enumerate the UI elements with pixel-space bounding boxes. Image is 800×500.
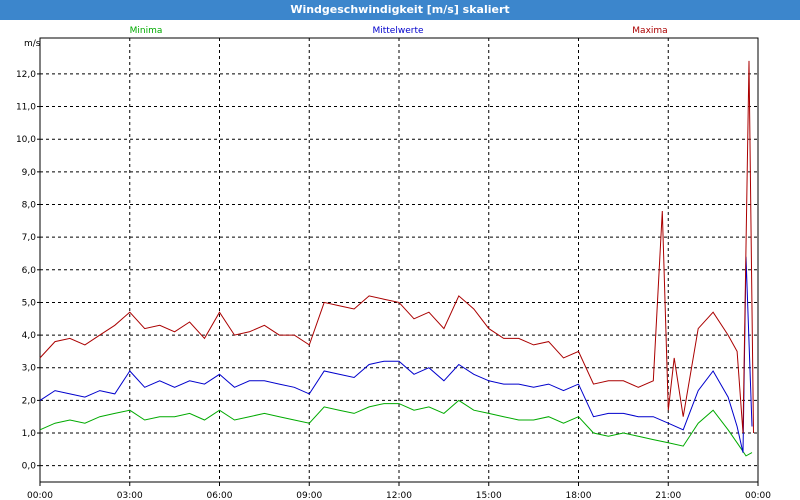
y-tick-label: 6,0 xyxy=(22,266,37,276)
y-tick-label: 10,0 xyxy=(16,135,36,145)
legend-minima: Minima xyxy=(130,26,163,36)
y-tick-label: 8,0 xyxy=(22,201,37,211)
x-tick-time: 00:00 xyxy=(27,491,53,500)
x-tick-time: 18:00 xyxy=(566,491,592,500)
x-axis: 00:0003.10.2003:0003.10.2006:0003.10.200… xyxy=(27,482,771,500)
y-tick-label: 3,0 xyxy=(22,364,37,374)
x-tick-time: 03:00 xyxy=(117,491,143,500)
x-tick-time: 12:00 xyxy=(386,491,412,500)
y-axis-label: m/s xyxy=(24,39,41,49)
y-axis: 0,0 1,0 2,0 3,0 4,0 5,0 6,0 7,0 8,0 9,0 10,0 11,0 12… xyxy=(16,70,40,472)
legend-maxima: Maxima xyxy=(632,26,667,36)
chart: 0,0 1,0 2,0 3,0 4,0 5,0 6,0 7,0 8,0 9,0 10,0 11,0 12… xyxy=(16,26,771,500)
x-tick-time: 15:00 xyxy=(476,491,502,500)
y-tick-label: 9,0 xyxy=(22,168,37,178)
y-tick-label: 5,0 xyxy=(22,298,37,308)
x-tick-time: 09:00 xyxy=(296,491,322,500)
y-tick-label: 0,0 xyxy=(22,462,37,472)
y-tick-label: 4,0 xyxy=(22,331,37,341)
grid-lines xyxy=(40,38,758,482)
y-tick-label: 11,0 xyxy=(16,103,36,113)
y-tick-label: 2,0 xyxy=(22,396,37,406)
x-tick-time: 00:00 xyxy=(745,491,771,500)
series-line-maxima xyxy=(39,60,754,434)
legend-mittelwerte: Mittelwerte xyxy=(372,26,423,36)
x-tick-time: 21:00 xyxy=(655,491,681,500)
chart-title: Windgeschwindigkeit [m/s] skaliert xyxy=(0,0,800,20)
y-tick-label: 12,0 xyxy=(16,70,36,80)
series-lines xyxy=(39,60,754,457)
series-line-mittelwerte xyxy=(39,256,753,453)
series-line-minima xyxy=(39,399,753,457)
y-tick-label: 1,0 xyxy=(22,429,37,439)
x-tick-time: 06:00 xyxy=(207,491,233,500)
y-tick-label: 7,0 xyxy=(22,233,37,243)
